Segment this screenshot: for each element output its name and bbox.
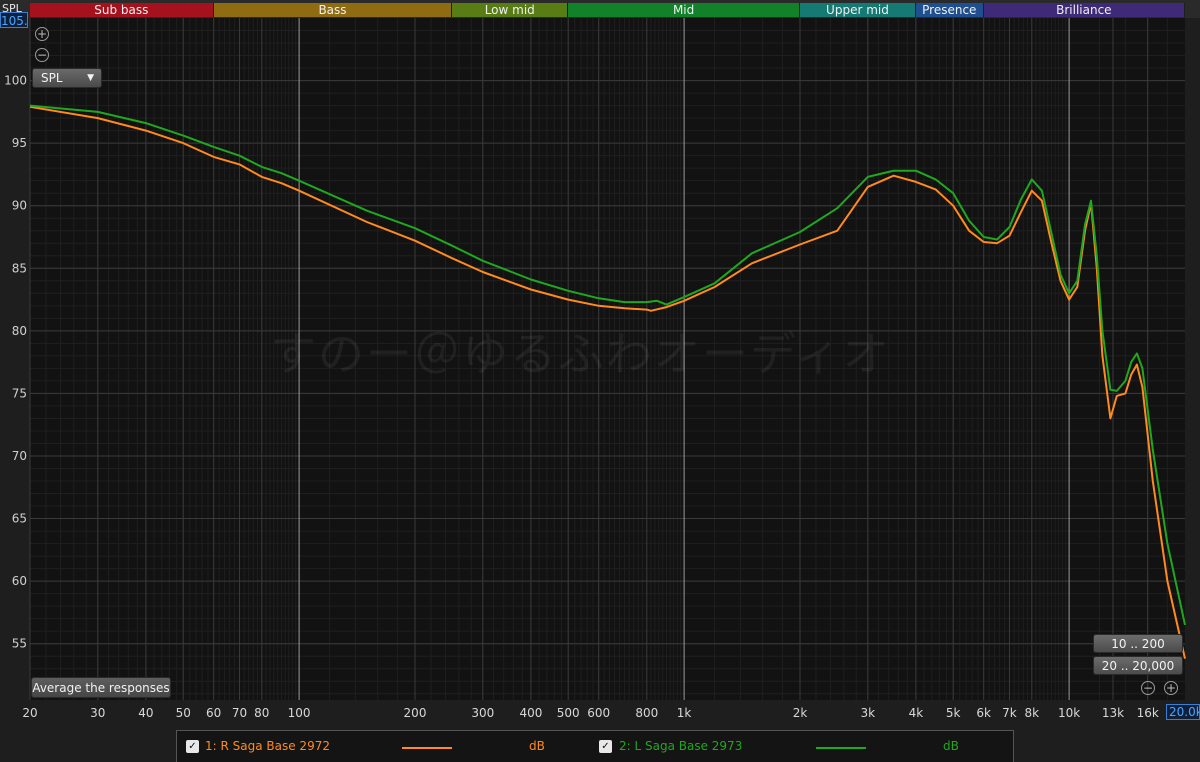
band-upper-mid: Upper mid: [800, 3, 916, 17]
y-max-input[interactable]: 105.00: [0, 12, 28, 28]
zoom-out-icon[interactable]: −: [35, 48, 49, 62]
band-brilliance: Brilliance: [983, 3, 1185, 17]
x-tick-label: 500: [557, 706, 580, 720]
x-tick-label: 3k: [860, 706, 875, 720]
zoom-in-icon[interactable]: +: [35, 27, 49, 41]
range-10-200-button[interactable]: 10 .. 200: [1093, 634, 1183, 653]
x-tick-label: 40: [138, 706, 153, 720]
band-sub-bass: Sub bass: [30, 3, 214, 17]
x-axis-labels: 20 30 40 50 60 70 80 100 200 300 400 500 600 800 1k 2k 3…: [22, 706, 1158, 720]
legend-checkbox-1[interactable]: ✓: [186, 740, 199, 753]
y-tick-label: 90: [12, 199, 27, 213]
x-tick-label: 2k: [793, 706, 808, 720]
x-tick-label: 70: [232, 706, 247, 720]
x-tick-label: 20: [22, 706, 37, 720]
x-tick-label: 600: [587, 706, 610, 720]
x-tick-label: 80: [254, 706, 269, 720]
x-tick-label: 1k: [677, 706, 692, 720]
legend: ✓ 1: R Saga Base 2972 dB ✓ 2: L Saga Bas…: [176, 730, 1014, 762]
y-tick-label: 100: [4, 74, 27, 88]
watermark: すのー＠ゆるふわオーディオ: [270, 327, 891, 381]
x-tick-label: 100: [288, 706, 311, 720]
legend-swatch-1: [402, 747, 452, 749]
x-tick-label: 5k: [946, 706, 961, 720]
y-tick-label: 75: [12, 386, 27, 400]
legend-unit-2: dB: [943, 739, 959, 753]
y-tick-label: 65: [12, 512, 27, 526]
x-tick-label: 30: [90, 706, 105, 720]
x-tick-label: 16k: [1137, 706, 1159, 720]
spl-select-label: SPL: [41, 71, 63, 85]
legend-name-1: 1: R Saga Base 2972: [205, 739, 330, 753]
x-tick-label: 10k: [1058, 706, 1080, 720]
y-axis-labels: 55 60 65 70 75 80 85 90 95 100: [4, 74, 27, 651]
x-tick-label: 13k: [1102, 706, 1124, 720]
average-responses-button[interactable]: Average the responses: [31, 677, 171, 698]
legend-checkbox-2[interactable]: ✓: [599, 740, 612, 753]
y-tick-label: 85: [12, 261, 27, 275]
y-tick-label: 70: [12, 449, 27, 463]
x-zoom-out-icon[interactable]: −: [1141, 681, 1155, 695]
legend-unit-1: dB: [529, 739, 545, 753]
band-mid: Mid: [568, 3, 800, 17]
x-tick-label: 200: [404, 706, 427, 720]
x-tick-label: 50: [176, 706, 191, 720]
band-presence: Presence: [915, 3, 984, 17]
x-tick-label: 8k: [1024, 706, 1039, 720]
legend-name-2: 2: L Saga Base 2973: [619, 739, 743, 753]
x-tick-label: 800: [635, 706, 658, 720]
y-tick-label: 60: [12, 574, 27, 588]
band-bass: Bass: [213, 3, 453, 17]
x-tick-label: 400: [519, 706, 542, 720]
x-max-input[interactable]: 20.0k: [1166, 704, 1200, 720]
frequency-band-bar: Sub bass Bass Low mid Mid Upper mid Presence B…: [30, 3, 1185, 17]
spl-select[interactable]: SPL ▼: [32, 68, 102, 88]
band-low-mid: Low mid: [452, 3, 569, 17]
x-tick-label: 6k: [976, 706, 991, 720]
chevron-down-icon: ▼: [87, 73, 94, 83]
range-20-20000-button[interactable]: 20 .. 20,000: [1093, 656, 1183, 675]
x-tick-label: 300: [471, 706, 494, 720]
y-tick-label: 80: [12, 324, 27, 338]
legend-swatch-2: [816, 747, 866, 749]
x-tick-label: 60: [206, 706, 221, 720]
y-tick-label: 55: [12, 637, 27, 651]
y-tick-label: 95: [12, 136, 27, 150]
x-tick-label: 4k: [909, 706, 924, 720]
x-tick-label: 7k: [1002, 706, 1017, 720]
x-zoom-in-icon[interactable]: +: [1164, 681, 1178, 695]
